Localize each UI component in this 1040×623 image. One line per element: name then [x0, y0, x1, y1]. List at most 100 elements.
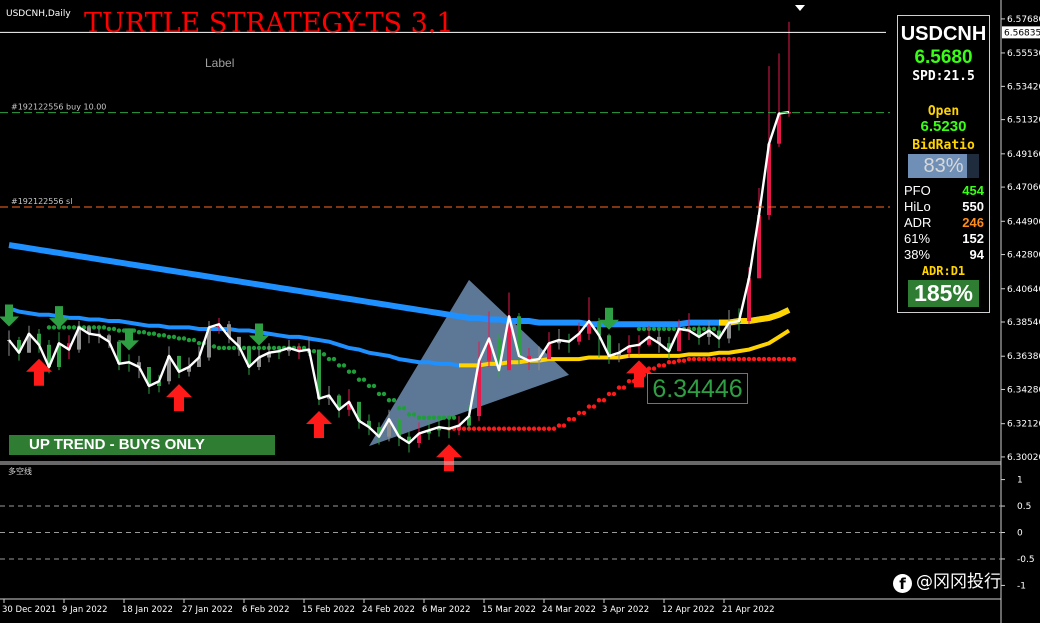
chart-label: Label: [205, 56, 234, 70]
resistance-dot: [446, 415, 452, 420]
x-tick-label: 3 Apr 2022: [602, 605, 649, 615]
price-callout: 6.34446: [647, 373, 748, 404]
chart-canvas[interactable]: #192122556 buy 10.00 #192122556 sl 6.5768…: [0, 0, 1040, 623]
y-tick-label: 6.38540: [1007, 318, 1040, 328]
support-dot: [746, 356, 752, 362]
x-tick-label: 21 Apr 2022: [722, 605, 775, 615]
x-tick-label: 24 Mar 2022: [542, 605, 596, 615]
resistance-dot: [146, 331, 152, 336]
resistance-dot: [636, 326, 642, 332]
resistance-dot: [451, 415, 457, 420]
resistance-dot: [691, 326, 697, 332]
resistance-dot: [346, 369, 352, 374]
resistance-dot: [441, 415, 447, 420]
resistance-dot: [321, 352, 327, 357]
resistance-dot: [656, 326, 662, 332]
support-dot: [701, 356, 707, 362]
panel-stat-key: ADR: [904, 215, 932, 230]
resistance-dot: [331, 356, 337, 362]
support-dot: [526, 426, 532, 431]
x-tick-label: 15 Feb 2022: [302, 605, 355, 615]
resistance-dot: [231, 345, 237, 351]
y-tick-label: 6.53420: [1007, 82, 1040, 92]
panel-price: 6.5680: [914, 47, 973, 68]
indicator-tick-label: 1: [1017, 476, 1023, 486]
resistance-dot: [366, 383, 372, 389]
resistance-dot: [216, 345, 222, 351]
support-dot: [601, 398, 607, 403]
resistance-dot: [651, 326, 657, 332]
resistance-dot: [171, 334, 177, 340]
support-dot: [491, 426, 497, 431]
panel-stat-value: 94: [969, 247, 984, 262]
y-tick-label: 6.44900: [1007, 217, 1040, 227]
resistance-dot: [66, 325, 72, 330]
current-price-label: 6.56835: [1004, 28, 1040, 38]
support-dot: [586, 404, 592, 409]
support-dot: [621, 385, 627, 390]
support-dot: [771, 356, 777, 362]
support-dot: [571, 417, 577, 422]
panel-open-label: Open: [927, 104, 960, 119]
support-dot: [721, 356, 727, 362]
resistance-dot: [256, 345, 262, 351]
resistance-dot: [326, 356, 332, 362]
symbol-label: USDCNH,Daily: [6, 9, 71, 19]
panel-stat-key: 61%: [904, 231, 931, 246]
resistance-dot: [156, 333, 162, 338]
support-dot: [511, 426, 517, 431]
resistance-dot: [136, 329, 142, 335]
support-dot: [506, 426, 512, 431]
panel-bidratio-label: BidRatio: [912, 138, 975, 153]
resistance-dot: [141, 329, 147, 335]
support-dot: [561, 423, 567, 428]
support-dot: [616, 385, 622, 390]
panel-stat-value: 246: [962, 215, 984, 230]
panel-adr-label: ADR:D1: [921, 264, 966, 278]
resistance-dot: [71, 325, 77, 330]
y-tick-label: 6.32120: [1007, 420, 1040, 430]
resistance-dot: [336, 363, 342, 368]
resistance-dot: [416, 415, 422, 420]
resistance-dot: [241, 345, 247, 351]
resistance-dot: [181, 336, 187, 341]
order-label: #192122556 sl: [11, 197, 72, 206]
support-dot: [551, 426, 557, 431]
support-dot: [591, 404, 597, 409]
support-dot: [676, 358, 682, 363]
resistance-dot: [421, 415, 427, 420]
support-dot: [661, 363, 667, 368]
support-dot: [761, 356, 767, 362]
resistance-dot: [396, 405, 402, 411]
strategy-title: TURTLE STRATEGY-TS 3.1: [84, 8, 454, 39]
support-dot: [756, 356, 762, 362]
resistance-dot: [431, 415, 437, 420]
support-dot: [516, 426, 522, 431]
resistance-dot: [151, 331, 157, 336]
x-tick-label: 18 Jan 2022: [122, 605, 173, 615]
facebook-icon: f: [893, 574, 912, 593]
resistance-dot: [386, 398, 392, 403]
x-tick-label: 12 Apr 2022: [662, 605, 715, 615]
support-dot: [786, 356, 792, 362]
panel-stat-value: 454: [962, 183, 984, 198]
resistance-dot: [221, 345, 227, 351]
indicator-tick-label: -1: [1017, 581, 1026, 591]
resistance-dot: [211, 344, 217, 349]
resistance-dot: [176, 336, 182, 341]
x-tick-label: 27 Jan 2022: [182, 605, 233, 615]
support-dot: [556, 423, 562, 428]
support-dot: [471, 426, 477, 431]
panel-open-value: 6.5230: [920, 118, 967, 135]
resistance-dot: [61, 325, 67, 330]
resistance-dot: [51, 325, 57, 330]
support-dot: [481, 426, 487, 431]
support-dot: [651, 366, 657, 371]
order-label: #192122556 buy 10.00: [11, 103, 106, 112]
resistance-dot: [196, 341, 202, 346]
support-dot: [706, 356, 712, 362]
x-tick-label: 15 Mar 2022: [482, 605, 536, 615]
support-dot: [711, 356, 717, 362]
resistance-dot: [381, 391, 387, 397]
resistance-dot: [226, 345, 232, 351]
